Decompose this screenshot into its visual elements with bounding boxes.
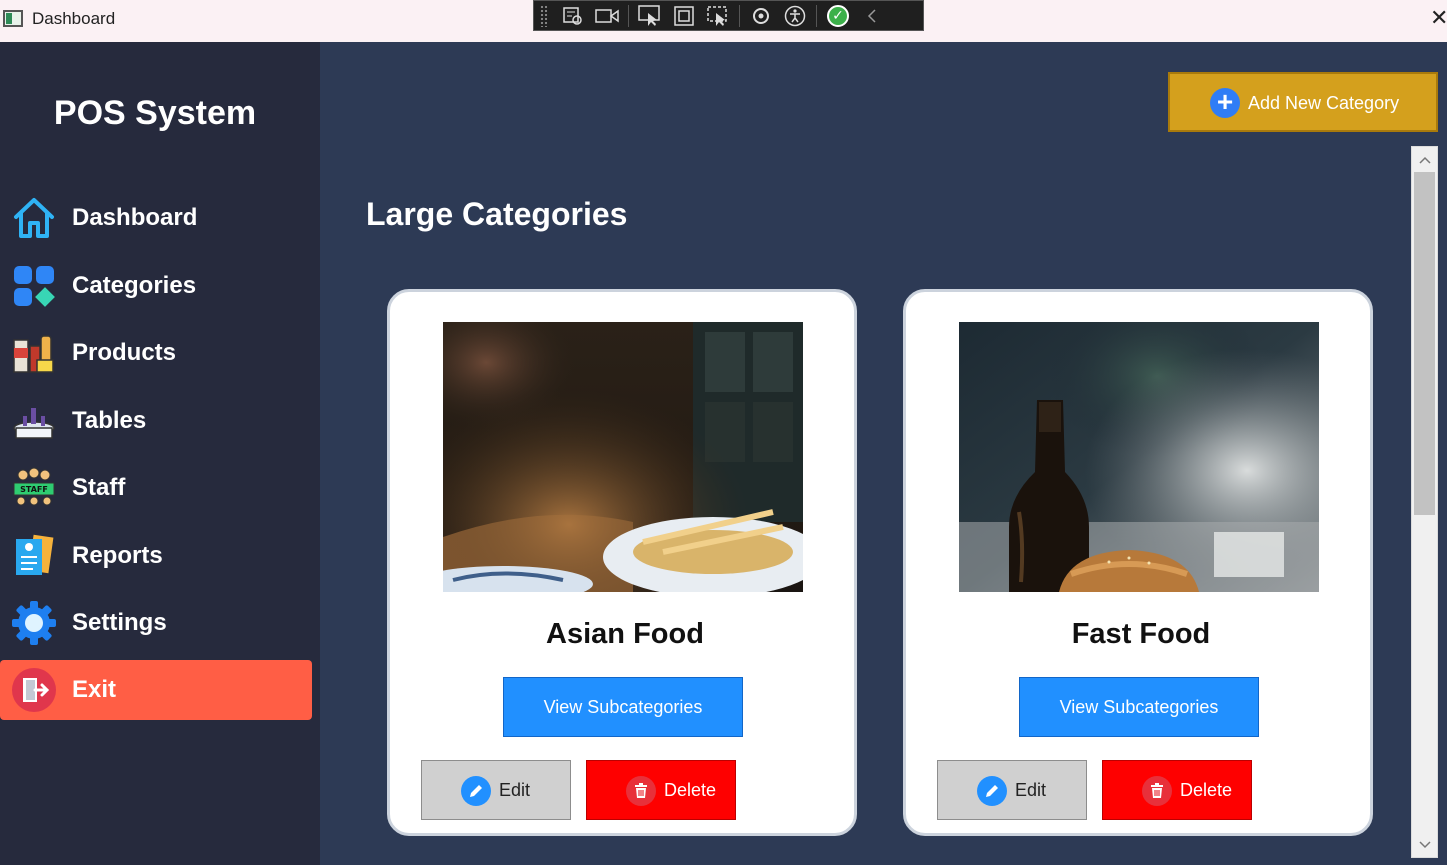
- edit-button[interactable]: Edit: [937, 760, 1087, 820]
- svg-text:STAFF: STAFF: [20, 485, 48, 494]
- toolbar-grip-icon[interactable]: [540, 4, 548, 27]
- toolbar-separator: [816, 4, 817, 27]
- reports-icon: [11, 533, 57, 579]
- brand-title: POS System: [53, 94, 257, 132]
- display-layout-icon[interactable]: [667, 3, 701, 29]
- sidebar: POS System Dashboard Categories Products…: [0, 42, 320, 865]
- category-name: Fast Food: [1071, 618, 1211, 650]
- sidebar-item-dashboard[interactable]: Dashboard: [0, 188, 312, 248]
- sidebar-item-label: Tables: [72, 407, 147, 434]
- window-title: Dashboard: [32, 9, 116, 28]
- pencil-icon: [977, 776, 1007, 806]
- trash-icon: [1142, 776, 1172, 806]
- select-element-icon[interactable]: [633, 3, 667, 29]
- sidebar-item-label: Dashboard: [72, 204, 198, 231]
- sidebar-item-products[interactable]: Products: [0, 323, 312, 383]
- category-image: [959, 322, 1319, 592]
- sidebar-item-reports[interactable]: Reports: [0, 526, 312, 586]
- live-tree-icon[interactable]: [556, 3, 590, 29]
- category-card: Asian Food View Subcategories Edit Delet…: [387, 289, 857, 836]
- staff-icon: STAFF: [11, 465, 57, 511]
- category-card: Fast Food View Subcategories Edit Delete: [903, 289, 1373, 836]
- edit-label: Edit: [1015, 780, 1047, 800]
- sidebar-item-label: Reports: [72, 542, 163, 569]
- delete-label: Delete: [1180, 780, 1233, 800]
- scrollbar-thumb[interactable]: [1414, 172, 1435, 515]
- close-window-button[interactable]: ✕: [1430, 5, 1447, 31]
- sidebar-item-label: Exit: [72, 676, 117, 703]
- debug-toolbar: ✓: [533, 0, 924, 31]
- delete-label: Delete: [664, 780, 717, 800]
- delete-button[interactable]: Delete: [1102, 760, 1252, 820]
- app-icon: [3, 10, 23, 27]
- delete-button[interactable]: Delete: [586, 760, 736, 820]
- add-new-category-button[interactable]: + Add New Category: [1168, 72, 1438, 132]
- section-title: Large Categories: [366, 196, 628, 232]
- home-icon: [11, 195, 57, 241]
- sidebar-item-tables[interactable]: Tables: [0, 391, 312, 451]
- toolbar-separator: [628, 4, 629, 27]
- exit-icon: [11, 667, 57, 713]
- edit-label: Edit: [499, 780, 531, 800]
- sidebar-item-staff[interactable]: STAFF Staff: [0, 458, 312, 518]
- category-image: [443, 322, 803, 592]
- view-subcategories-button[interactable]: View Subcategories: [503, 677, 743, 737]
- accessibility-icon[interactable]: [778, 3, 812, 29]
- categories-icon: [11, 263, 57, 309]
- plus-circle-icon: +: [1210, 88, 1240, 118]
- vertical-scrollbar[interactable]: [1411, 146, 1438, 858]
- sidebar-item-label: Staff: [72, 474, 126, 501]
- collapse-chevron-icon[interactable]: [855, 3, 889, 29]
- scroll-up-arrow-icon[interactable]: [1412, 147, 1437, 172]
- checkmark-icon[interactable]: ✓: [821, 3, 855, 29]
- sidebar-item-label: Categories: [72, 272, 197, 299]
- sidebar-item-exit[interactable]: Exit: [0, 660, 312, 720]
- sidebar-item-settings[interactable]: Settings: [0, 593, 312, 653]
- video-icon[interactable]: [590, 3, 624, 29]
- trash-icon: [626, 776, 656, 806]
- edit-button[interactable]: Edit: [421, 760, 571, 820]
- toolbar-separator: [739, 4, 740, 27]
- hot-reload-icon[interactable]: [744, 3, 778, 29]
- sidebar-item-label: Settings: [72, 609, 167, 636]
- tables-icon: [11, 398, 57, 444]
- products-icon: [11, 330, 57, 376]
- sidebar-item-label: Products: [72, 339, 177, 366]
- track-focus-icon[interactable]: [701, 3, 735, 29]
- pencil-icon: [461, 776, 491, 806]
- category-name: Asian Food: [546, 618, 704, 650]
- sidebar-item-categories[interactable]: Categories: [0, 256, 312, 316]
- add-new-category-label: Add New Category: [1248, 93, 1400, 113]
- gear-icon: [11, 600, 57, 646]
- scroll-down-arrow-icon[interactable]: [1412, 832, 1437, 857]
- view-subcategories-button[interactable]: View Subcategories: [1019, 677, 1259, 737]
